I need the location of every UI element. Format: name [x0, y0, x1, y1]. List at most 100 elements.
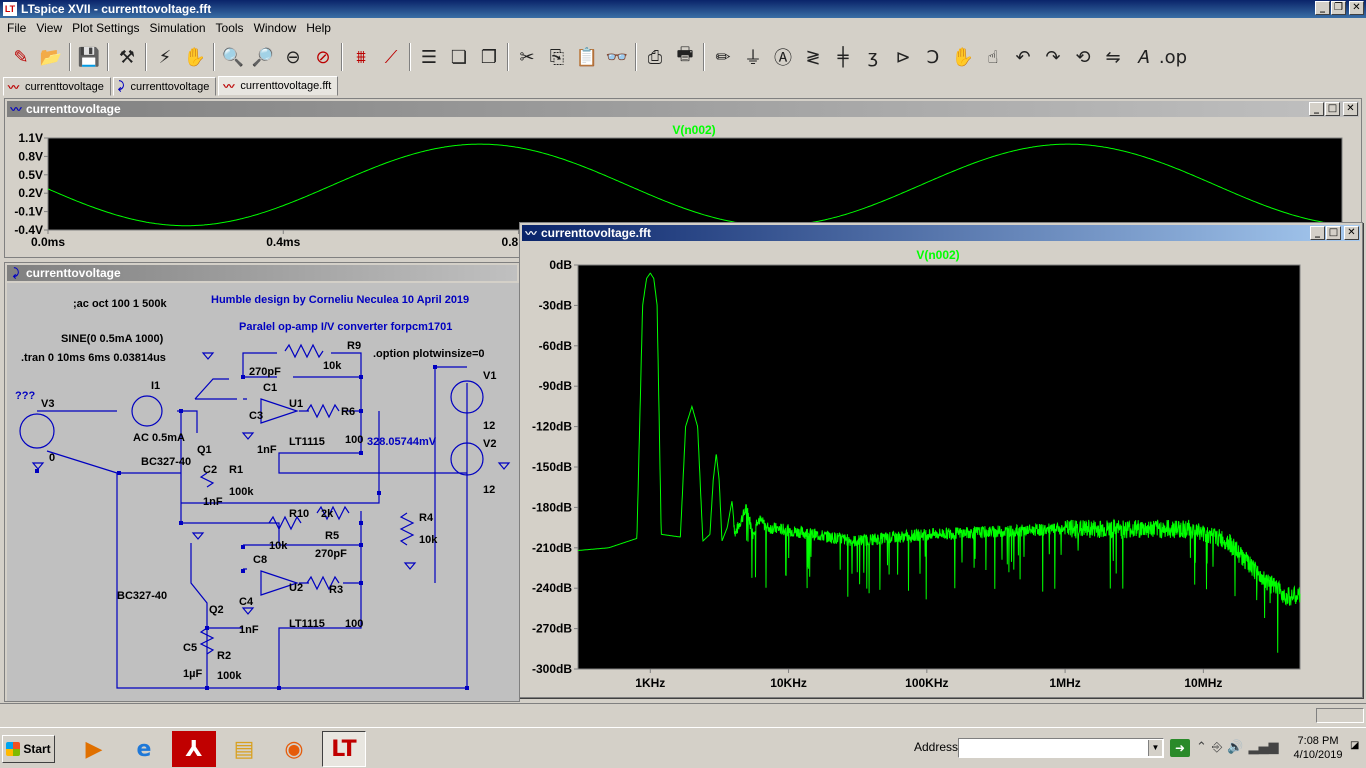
component-label[interactable]: 270pF [249, 366, 281, 378]
minimize-button[interactable]: _ [1310, 226, 1325, 240]
component-label[interactable]: R2 [217, 650, 231, 662]
component-label[interactable]: 1nF [257, 444, 277, 456]
menu-file[interactable]: File [2, 21, 31, 35]
trace-label[interactable]: V(n002) [672, 123, 715, 137]
component-label[interactable]: LT1115 [289, 618, 325, 630]
print-icon[interactable]: 🖶 [670, 42, 700, 72]
network-icon[interactable]: ▂▄▆ [1249, 740, 1279, 755]
address-input[interactable] [958, 738, 1164, 758]
action-center-icon[interactable]: ◪ [1350, 740, 1359, 751]
component-label[interactable]: R10 [289, 508, 309, 520]
component-icon[interactable]: Ↄ [918, 42, 948, 72]
run-icon[interactable]: ⚡ [150, 42, 180, 72]
component-label[interactable]: 10k [419, 534, 438, 546]
component-label[interactable]: Q1 [197, 444, 212, 456]
diode-icon[interactable]: ⊳ [888, 42, 918, 72]
component-label[interactable]: U1 [289, 398, 303, 410]
component-label[interactable]: 1nF [203, 496, 223, 508]
address-dropdown-icon[interactable]: ▼ [1148, 740, 1162, 756]
rotate-icon[interactable]: ⟲ [1068, 42, 1098, 72]
usb-icon[interactable]: ⎆ [1212, 740, 1222, 755]
wire-icon[interactable]: ✏ [708, 42, 738, 72]
component-label[interactable]: R9 [347, 340, 361, 352]
minimize-button[interactable]: _ [1315, 1, 1330, 15]
component-label[interactable]: V3 [41, 398, 54, 410]
minimize-button[interactable]: _ [1309, 102, 1324, 116]
redo-icon[interactable]: ↷ [1038, 42, 1068, 72]
close-button[interactable]: ✕ [1343, 102, 1358, 116]
menu-plot-settings[interactable]: Plot Settings [67, 21, 144, 35]
component-label[interactable]: R5 [325, 530, 339, 542]
component-label[interactable]: 100 [345, 618, 363, 630]
new-schematic-icon[interactable]: ✎ [6, 42, 36, 72]
component-label[interactable]: 1µF [183, 668, 202, 680]
copy-icon[interactable]: ⎘ [542, 42, 572, 72]
undo-icon[interactable]: ↶ [1008, 42, 1038, 72]
menu-tools[interactable]: Tools [211, 21, 249, 35]
component-label[interactable]: BC327-40 [141, 456, 191, 468]
firefox-icon[interactable]: ◉ [272, 731, 316, 767]
component-label[interactable]: 10k [323, 360, 342, 372]
print-preview-icon[interactable]: ⎙ [640, 42, 670, 72]
component-label[interactable]: V1 [483, 370, 496, 382]
volume-icon[interactable]: 🔊 [1227, 740, 1243, 755]
component-label[interactable]: 10k [269, 540, 288, 552]
component-label[interactable]: 100k [217, 670, 242, 682]
zoom-out-icon[interactable]: 🔎 [248, 42, 278, 72]
tab-fft[interactable]: 〰 currenttovoltage.fft [218, 76, 339, 96]
menu-simulation[interactable]: Simulation [145, 21, 211, 35]
component-label[interactable]: C4 [239, 596, 254, 608]
component-label[interactable]: C5 [183, 642, 197, 654]
component-label[interactable]: R4 [419, 512, 434, 524]
menu-window[interactable]: Window [249, 21, 302, 35]
zoom-fit-icon[interactable]: ⊖ [278, 42, 308, 72]
credit-text[interactable]: Humble design by Corneliu Neculea 10 Apr… [211, 294, 469, 306]
component-label[interactable]: I1 [151, 380, 160, 392]
zoom-in-icon[interactable]: 🔍 [218, 42, 248, 72]
cut-icon[interactable]: ✂ [512, 42, 542, 72]
component-label[interactable]: C1 [263, 382, 277, 394]
tran-directive[interactable]: .tran 0 10ms 6ms 0.03814us [21, 352, 166, 364]
drag-icon[interactable]: ☝ [978, 42, 1008, 72]
component-label[interactable]: C3 [249, 410, 263, 422]
chevron-up-icon[interactable]: ⌃ [1196, 740, 1207, 755]
acrobat-reader-icon[interactable]: ⅄ [172, 731, 216, 767]
halt-icon[interactable]: ✋ [180, 42, 210, 72]
component-label[interactable]: 100k [229, 486, 254, 498]
open-folder-icon[interactable]: 📂 [36, 42, 66, 72]
text-icon[interactable]: 𝐴 [1128, 42, 1158, 72]
move-icon[interactable]: ✋ [948, 42, 978, 72]
find-icon[interactable]: 👓 [602, 42, 632, 72]
component-label[interactable]: 12 [483, 420, 495, 432]
pick-visible-traces-icon[interactable]: ⟋ [376, 42, 406, 72]
tile-vertical-icon[interactable]: ☰ [414, 42, 444, 72]
component-label[interactable]: 2k [321, 508, 334, 520]
trace-label[interactable]: V(n002) [916, 248, 959, 262]
component-label[interactable]: BC327-40 [117, 590, 167, 602]
component-label[interactable]: C8 [253, 554, 267, 566]
subtitle-text[interactable]: Paralel op-amp I/V converter forpcm1701 [239, 321, 452, 333]
save-icon[interactable]: 💾 [74, 42, 104, 72]
cascade-icon[interactable]: ❐ [474, 42, 504, 72]
spice-directive-icon[interactable]: .op [1158, 42, 1188, 72]
autorange-icon[interactable]: ⩩ [346, 42, 376, 72]
fft-plot[interactable]: V(n002) 0dB -30dB -60dB -90dB -120dB -150dB -1… [522, 243, 1362, 697]
resistor-icon[interactable]: ≷ [798, 42, 828, 72]
paste-icon[interactable]: 📋 [572, 42, 602, 72]
ac-directive[interactable]: ;ac oct 100 1 500k [73, 298, 167, 310]
schematic-canvas[interactable]: ;ac oct 100 1 500k Humble design by Corn… [7, 283, 519, 701]
component-label[interactable]: 1nF [239, 624, 259, 636]
file-explorer-icon[interactable]: ▤ [222, 731, 266, 767]
close-button[interactable]: ✕ [1344, 226, 1359, 240]
start-button[interactable]: Start [2, 735, 55, 763]
mirror-icon[interactable]: ⇋ [1098, 42, 1128, 72]
probe-value[interactable]: 328.05744mV [367, 436, 437, 448]
component-label[interactable]: 0 [49, 452, 55, 464]
tab-schematic[interactable]: ⤸ currenttovoltage [112, 77, 217, 96]
component-label[interactable]: R1 [229, 464, 243, 476]
ground-icon[interactable]: ⏚ [738, 42, 768, 72]
label-net-icon[interactable]: Ⓐ [768, 42, 798, 72]
component-label[interactable]: Q2 [209, 604, 224, 616]
component-label[interactable]: 270pF [315, 548, 347, 560]
tile-horizontal-icon[interactable]: ❏ [444, 42, 474, 72]
